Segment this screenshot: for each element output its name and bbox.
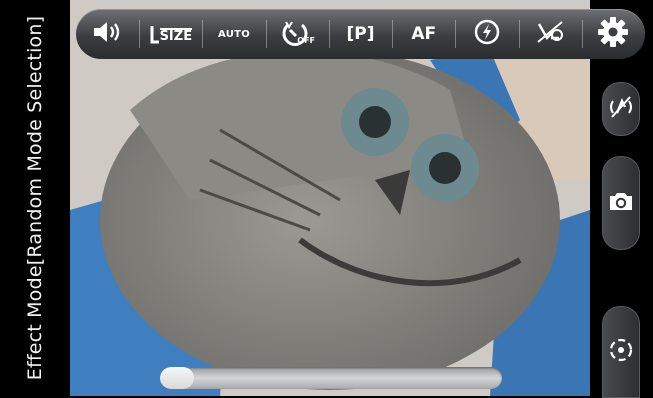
flash-button[interactable] <box>455 9 518 59</box>
image-size-icon: SIZE <box>150 24 193 44</box>
progress-bar[interactable] <box>160 367 502 389</box>
settings-button[interactable] <box>581 9 645 59</box>
gear-icon <box>597 16 629 52</box>
self-timer-button[interactable]: OFF <box>265 9 329 59</box>
white-balance-button[interactable]: AUTO <box>202 9 265 59</box>
volume-button[interactable] <box>76 9 139 59</box>
autofocus-icon: AF <box>411 24 437 44</box>
self-timer-off-icon: OFF <box>280 19 315 49</box>
flash-auto-icon <box>474 19 500 49</box>
white-balance-auto-icon: AUTO <box>218 28 251 40</box>
effect-mode-label: Effect Mode[Random Mode Selection] <box>24 15 46 381</box>
switch-camera-button[interactable] <box>602 306 640 398</box>
program-mode-button[interactable]: [P] <box>328 9 392 59</box>
camera-icon <box>608 190 634 216</box>
top-toolbar: SIZE AUTO OFF [P] AF <box>76 9 645 59</box>
right-control-panel <box>590 60 653 398</box>
voice-shutter-off-icon <box>535 18 565 50</box>
shutter-button[interactable] <box>602 156 640 250</box>
progress-fill <box>160 367 195 389</box>
mode-label-strip: Effect Mode[Random Mode Selection] <box>0 0 70 396</box>
camera-preview[interactable] <box>70 0 590 396</box>
volume-icon <box>91 19 125 49</box>
stabilizer-off-icon <box>608 95 634 123</box>
stabilizer-toggle-button[interactable] <box>602 82 640 136</box>
autofocus-button[interactable]: AF <box>392 9 455 59</box>
switch-camera-icon <box>608 337 634 367</box>
voice-shutter-button[interactable] <box>518 9 582 59</box>
preview-image <box>70 0 590 396</box>
program-mode-icon: [P] <box>346 24 375 44</box>
image-size-button[interactable]: SIZE <box>139 9 202 59</box>
